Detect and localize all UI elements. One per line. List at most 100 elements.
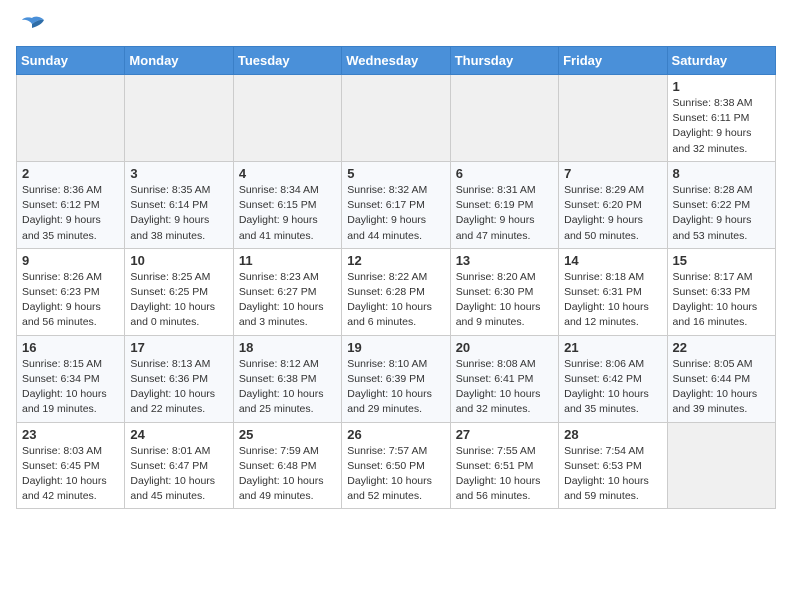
day-info: Sunrise: 8:34 AM Sunset: 6:15 PM Dayligh…	[239, 184, 319, 242]
day-info: Sunrise: 8:36 AM Sunset: 6:12 PM Dayligh…	[22, 184, 102, 242]
weekday-header-sunday: Sunday	[17, 47, 125, 75]
day-info: Sunrise: 8:23 AM Sunset: 6:27 PM Dayligh…	[239, 271, 324, 329]
calendar-day-cell	[17, 75, 125, 162]
calendar-day-cell: 11Sunrise: 8:23 AM Sunset: 6:27 PM Dayli…	[233, 248, 341, 335]
calendar-day-cell: 16 Sunrise: 8:15 AM Sunset: 6:34 PM Dayli…	[17, 335, 125, 422]
calendar-day-cell: 8 Sunrise: 8:28 AM Sunset: 6:22 PM Daylig…	[667, 161, 775, 248]
calendar-header: SundayMondayTuesdayWednesdayThursdayFrid…	[17, 47, 776, 75]
day-info: Sunrise: 7:55 AM Sunset: 6:51 PM Dayligh…	[456, 445, 541, 503]
day-number: 23	[22, 427, 119, 442]
day-info: Sunrise: 8:18 AM Sunset: 6:31 PM Dayligh…	[564, 271, 649, 329]
day-info: Sunrise: 8:38 AM Sunset: 6:11 PM Dayligh…	[673, 97, 753, 155]
day-number: 25	[239, 427, 336, 442]
calendar-day-cell: 3Sunrise: 8:35 AM Sunset: 6:14 PM Daylig…	[125, 161, 233, 248]
day-number: 7	[564, 166, 661, 181]
day-number: 20	[456, 340, 553, 355]
day-info: Sunrise: 7:54 AM Sunset: 6:53 PM Dayligh…	[564, 445, 649, 503]
day-number: 5	[347, 166, 444, 181]
calendar-day-cell: 1 Sunrise: 8:38 AM Sunset: 6:11 PM Daylig…	[667, 75, 775, 162]
weekday-header-friday: Friday	[559, 47, 667, 75]
calendar-day-cell: 26Sunrise: 7:57 AM Sunset: 6:50 PM Dayli…	[342, 422, 450, 509]
calendar-week-row: 1 Sunrise: 8:38 AM Sunset: 6:11 PM Daylig…	[17, 75, 776, 162]
day-info: Sunrise: 8:22 AM Sunset: 6:28 PM Dayligh…	[347, 271, 432, 329]
calendar-day-cell: 10 Sunrise: 8:25 AM Sunset: 6:25 PM Dayli…	[125, 248, 233, 335]
day-info: Sunrise: 8:26 AM Sunset: 6:23 PM Dayligh…	[22, 271, 102, 329]
calendar-day-cell: 6 Sunrise: 8:31 AM Sunset: 6:19 PM Daylig…	[450, 161, 558, 248]
calendar-day-cell: 25Sunrise: 7:59 AM Sunset: 6:48 PM Dayli…	[233, 422, 341, 509]
day-info: Sunrise: 8:20 AM Sunset: 6:30 PM Dayligh…	[456, 271, 541, 329]
calendar-day-cell: 18Sunrise: 8:12 AM Sunset: 6:38 PM Dayli…	[233, 335, 341, 422]
weekday-header-thursday: Thursday	[450, 47, 558, 75]
calendar-week-row: 23 Sunrise: 8:03 AM Sunset: 6:45 PM Dayli…	[17, 422, 776, 509]
calendar-day-cell: 20 Sunrise: 8:08 AM Sunset: 6:41 PM Dayli…	[450, 335, 558, 422]
calendar-day-cell: 14 Sunrise: 8:18 AM Sunset: 6:31 PM Dayli…	[559, 248, 667, 335]
calendar-day-cell: 21Sunrise: 8:06 AM Sunset: 6:42 PM Dayli…	[559, 335, 667, 422]
calendar-day-cell: 24 Sunrise: 8:01 AM Sunset: 6:47 PM Dayli…	[125, 422, 233, 509]
calendar-day-cell: 23 Sunrise: 8:03 AM Sunset: 6:45 PM Dayli…	[17, 422, 125, 509]
calendar-day-cell: 4 Sunrise: 8:34 AM Sunset: 6:15 PM Daylig…	[233, 161, 341, 248]
day-info: Sunrise: 8:32 AM Sunset: 6:17 PM Dayligh…	[347, 184, 427, 242]
day-info: Sunrise: 8:03 AM Sunset: 6:45 PM Dayligh…	[22, 445, 107, 503]
day-info: Sunrise: 8:35 AM Sunset: 6:14 PM Dayligh…	[130, 184, 210, 242]
day-number: 14	[564, 253, 661, 268]
calendar-week-row: 2 Sunrise: 8:36 AM Sunset: 6:12 PM Daylig…	[17, 161, 776, 248]
day-number: 22	[673, 340, 770, 355]
day-info: Sunrise: 8:08 AM Sunset: 6:41 PM Dayligh…	[456, 358, 541, 416]
day-number: 16	[22, 340, 119, 355]
day-info: Sunrise: 8:29 AM Sunset: 6:20 PM Dayligh…	[564, 184, 644, 242]
day-number: 4	[239, 166, 336, 181]
day-number: 8	[673, 166, 770, 181]
calendar-day-cell: 7 Sunrise: 8:29 AM Sunset: 6:20 PM Daylig…	[559, 161, 667, 248]
day-number: 15	[673, 253, 770, 268]
day-info: Sunrise: 8:10 AM Sunset: 6:39 PM Dayligh…	[347, 358, 432, 416]
logo	[16, 16, 46, 34]
calendar-day-cell: 15 Sunrise: 8:17 AM Sunset: 6:33 PM Dayli…	[667, 248, 775, 335]
day-number: 18	[239, 340, 336, 355]
day-info: Sunrise: 8:15 AM Sunset: 6:34 PM Dayligh…	[22, 358, 107, 416]
calendar-day-cell: 13 Sunrise: 8:20 AM Sunset: 6:30 PM Dayli…	[450, 248, 558, 335]
calendar-day-cell	[342, 75, 450, 162]
day-number: 13	[456, 253, 553, 268]
day-number: 21	[564, 340, 661, 355]
day-number: 1	[673, 79, 770, 94]
calendar-week-row: 16 Sunrise: 8:15 AM Sunset: 6:34 PM Dayli…	[17, 335, 776, 422]
weekday-header-tuesday: Tuesday	[233, 47, 341, 75]
calendar-day-cell	[450, 75, 558, 162]
day-number: 27	[456, 427, 553, 442]
day-number: 6	[456, 166, 553, 181]
calendar-day-cell	[125, 75, 233, 162]
day-number: 2	[22, 166, 119, 181]
day-info: Sunrise: 8:28 AM Sunset: 6:22 PM Dayligh…	[673, 184, 753, 242]
calendar-day-cell: 28 Sunrise: 7:54 AM Sunset: 6:53 PM Dayli…	[559, 422, 667, 509]
day-number: 10	[130, 253, 227, 268]
calendar-body: 1 Sunrise: 8:38 AM Sunset: 6:11 PM Daylig…	[17, 75, 776, 509]
day-info: Sunrise: 8:25 AM Sunset: 6:25 PM Dayligh…	[130, 271, 215, 329]
calendar-day-cell: 9 Sunrise: 8:26 AM Sunset: 6:23 PM Daylig…	[17, 248, 125, 335]
day-number: 24	[130, 427, 227, 442]
calendar-day-cell	[233, 75, 341, 162]
weekday-header-saturday: Saturday	[667, 47, 775, 75]
day-number: 28	[564, 427, 661, 442]
day-info: Sunrise: 8:31 AM Sunset: 6:19 PM Dayligh…	[456, 184, 536, 242]
weekday-header-monday: Monday	[125, 47, 233, 75]
day-number: 9	[22, 253, 119, 268]
weekday-header-row: SundayMondayTuesdayWednesdayThursdayFrid…	[17, 47, 776, 75]
calendar-day-cell: 27 Sunrise: 7:55 AM Sunset: 6:51 PM Dayli…	[450, 422, 558, 509]
day-info: Sunrise: 8:01 AM Sunset: 6:47 PM Dayligh…	[130, 445, 215, 503]
logo-bird-icon	[18, 16, 46, 38]
day-info: Sunrise: 7:57 AM Sunset: 6:50 PM Dayligh…	[347, 445, 432, 503]
day-info: Sunrise: 8:17 AM Sunset: 6:33 PM Dayligh…	[673, 271, 758, 329]
calendar-day-cell: 17Sunrise: 8:13 AM Sunset: 6:36 PM Dayli…	[125, 335, 233, 422]
calendar-day-cell: 2 Sunrise: 8:36 AM Sunset: 6:12 PM Daylig…	[17, 161, 125, 248]
day-number: 19	[347, 340, 444, 355]
calendar-week-row: 9 Sunrise: 8:26 AM Sunset: 6:23 PM Daylig…	[17, 248, 776, 335]
calendar-day-cell	[667, 422, 775, 509]
calendar-day-cell: 22 Sunrise: 8:05 AM Sunset: 6:44 PM Dayli…	[667, 335, 775, 422]
day-number: 12	[347, 253, 444, 268]
day-number: 17	[130, 340, 227, 355]
calendar-day-cell: 19 Sunrise: 8:10 AM Sunset: 6:39 PM Dayli…	[342, 335, 450, 422]
day-info: Sunrise: 8:05 AM Sunset: 6:44 PM Dayligh…	[673, 358, 758, 416]
calendar-table: SundayMondayTuesdayWednesdayThursdayFrid…	[16, 46, 776, 509]
calendar-day-cell: 5 Sunrise: 8:32 AM Sunset: 6:17 PM Daylig…	[342, 161, 450, 248]
calendar-day-cell: 12 Sunrise: 8:22 AM Sunset: 6:28 PM Dayli…	[342, 248, 450, 335]
